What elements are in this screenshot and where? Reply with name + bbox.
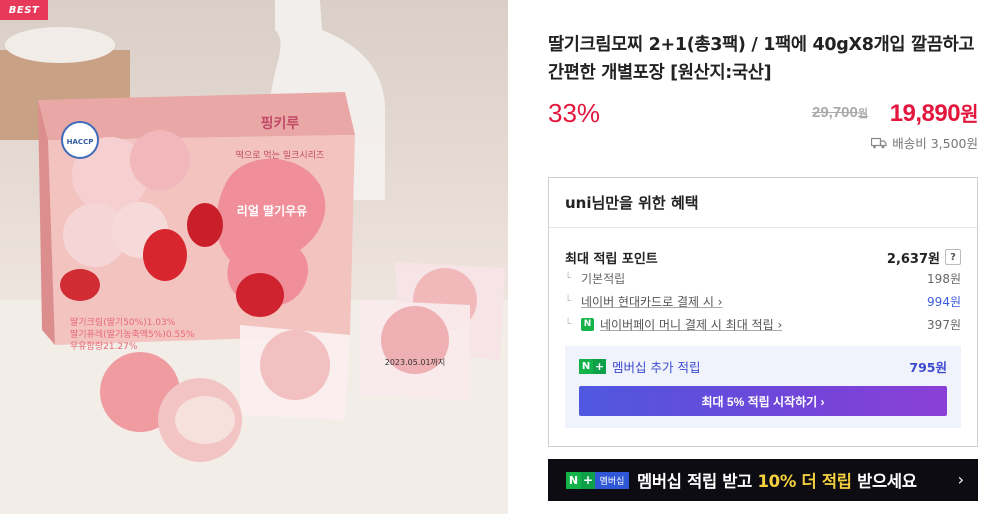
product-photo: BEST HACCP 핑키루 떡으로 먹는 밀크시리즈 리얼 딸기우유 딸기크림… bbox=[0, 0, 508, 514]
shipping-fee: 배송비 3,500원 bbox=[892, 136, 978, 151]
truck-icon bbox=[871, 137, 887, 148]
point-value: 994원 bbox=[927, 294, 961, 309]
original-price: 29,700원 bbox=[812, 104, 868, 121]
max-point-label: 최대 적립 포인트 bbox=[565, 251, 658, 267]
sale-price-unit: 원 bbox=[960, 104, 978, 126]
banner-text-b: 받으세요 bbox=[851, 472, 917, 491]
box-brand: 핑키루 bbox=[261, 115, 300, 132]
npay-icon: N bbox=[581, 317, 594, 331]
product-illustration: HACCP 핑키루 떡으로 먹는 밀크시리즈 리얼 딸기우유 딸기크림(딸기50… bbox=[0, 0, 508, 514]
ingredient-line-1: 딸기크림(딸기50%)1.03% bbox=[70, 316, 176, 328]
pack-date: 2023.05.01까지 bbox=[385, 358, 446, 367]
corner-icon: └ bbox=[565, 295, 572, 307]
naver-plus-icon: N + bbox=[579, 358, 606, 374]
membership-banner[interactable]: N + 멤버십 멤버십 적립 받고 10% 더 적립 받으세요 › bbox=[548, 459, 978, 501]
max-point-row: 최대 적립 포인트 2,637원 ? bbox=[565, 248, 961, 267]
banner-badge-label: 멤버십 bbox=[595, 471, 629, 489]
benefit-box: uni님만을 위한 혜택 최대 적립 포인트 2,637원 ? └ 기본적립 19… bbox=[548, 177, 978, 447]
card-benefit-link[interactable]: 네이버 현대카드로 결제 시 › bbox=[581, 293, 723, 310]
original-price-unit: 원 bbox=[857, 108, 868, 120]
haccp-text: HACCP bbox=[67, 138, 94, 146]
membership-start-button[interactable]: 최대 5% 적립 시작하기 › bbox=[579, 386, 947, 416]
point-label: 기본적립 bbox=[581, 271, 626, 286]
discount-rate: 33% bbox=[548, 98, 601, 128]
product-title: 딸기크림모찌 2+1(총3팩) / 1팩에 40gX8개입 깔끔하고 간편한 개… bbox=[548, 35, 975, 83]
npay-benefit-link[interactable]: 네이버페이 머니 결제 시 최대 적립 › bbox=[600, 316, 782, 333]
point-value: 198원 bbox=[927, 271, 961, 286]
sale-price: 19,890원 bbox=[889, 98, 979, 128]
box-tagline: 떡으로 먹는 밀크시리즈 bbox=[236, 149, 325, 161]
box-product-name: 리얼 딸기우유 bbox=[237, 203, 307, 218]
corner-icon: └ bbox=[565, 272, 572, 284]
max-point-value: 2,637원 bbox=[886, 251, 940, 267]
point-row-npay: └ N 네이버페이 머니 결제 시 최대 적립 › 397원 bbox=[565, 315, 961, 333]
best-badge: BEST bbox=[0, 0, 48, 20]
membership-section: N + 멤버십 추가 적립 795원 최대 5% 적립 시작하기 › bbox=[565, 346, 961, 428]
banner-text: 멤버십 적립 받고 10% 더 적립 받으세요 bbox=[637, 468, 917, 492]
membership-value: 795원 bbox=[909, 359, 947, 375]
original-price-value: 29,700 bbox=[811, 104, 858, 121]
point-row-card: └ 네이버 현대카드로 결제 시 › 994원 bbox=[565, 292, 961, 310]
shipping-info: 배송비 3,500원 bbox=[871, 133, 978, 152]
chevron-right-icon: › bbox=[957, 470, 964, 489]
corner-icon: └ bbox=[565, 318, 572, 330]
banner-text-a: 멤버십 적립 받고 bbox=[637, 472, 758, 491]
help-icon[interactable]: ? bbox=[945, 249, 961, 265]
banner-highlight: 10% 더 적립 bbox=[757, 472, 852, 491]
benefit-header: uni님만을 위한 혜택 bbox=[549, 178, 977, 228]
membership-row: N + 멤버십 추가 적립 795원 bbox=[579, 358, 947, 375]
membership-label: 멤버십 추가 적립 bbox=[612, 359, 701, 375]
sale-price-value: 19,890 bbox=[889, 100, 961, 127]
ingredient-line-3: 우유함량21.27% bbox=[70, 340, 138, 352]
naver-plus-membership-icon: N + 멤버십 bbox=[566, 471, 629, 489]
ingredient-line-2: 딸기퓨레(딸기농축액5%)0.55% bbox=[70, 328, 195, 340]
point-row-basic: └ 기본적립 198원 bbox=[565, 269, 961, 287]
point-value: 397원 bbox=[927, 317, 961, 332]
